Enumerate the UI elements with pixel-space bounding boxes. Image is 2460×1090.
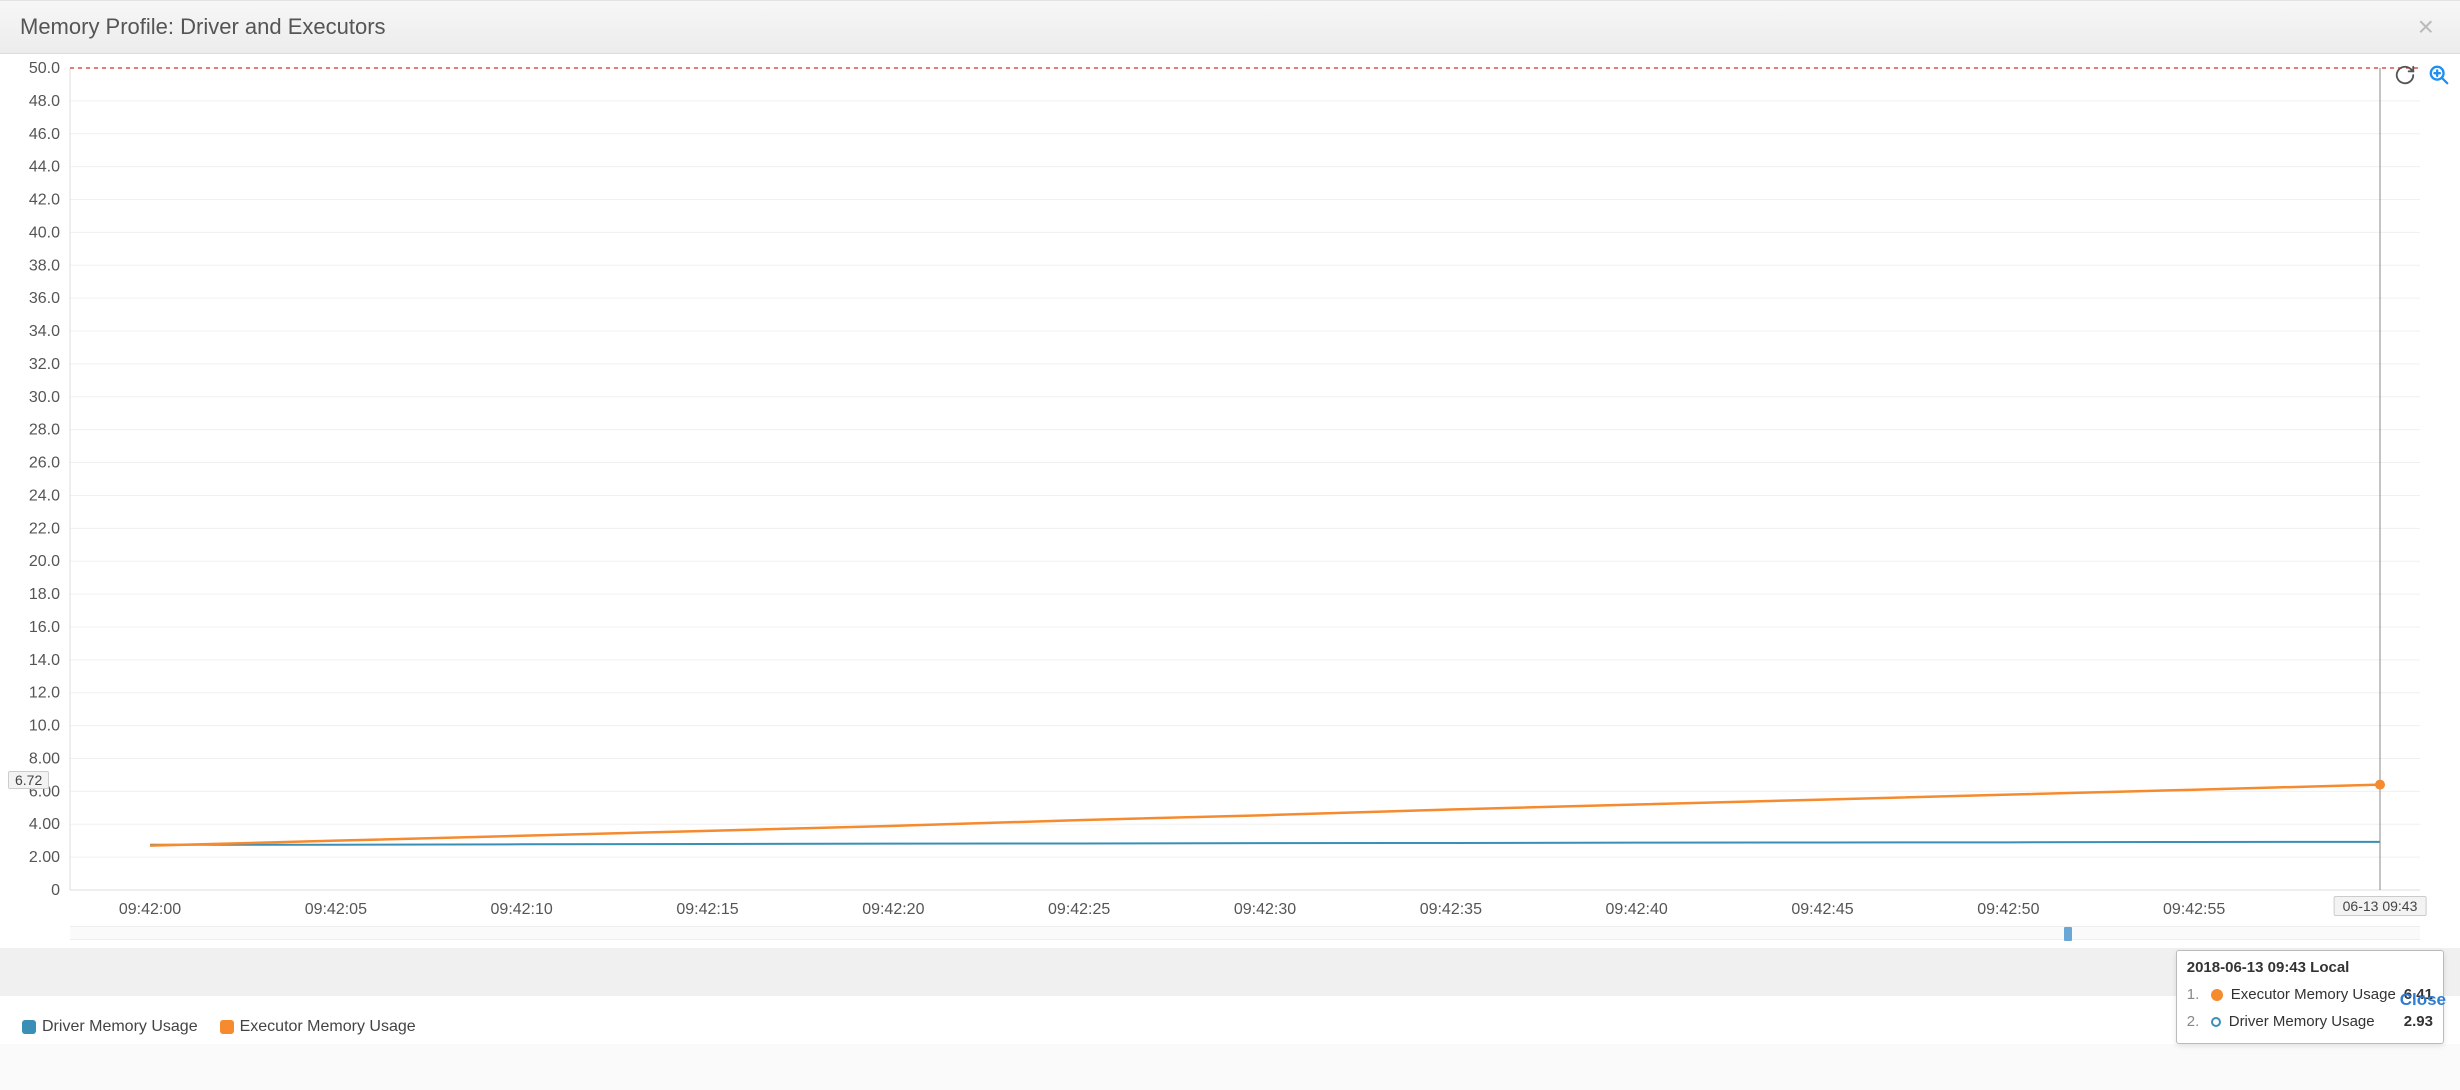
svg-text:09:42:05: 09:42:05 (305, 901, 367, 918)
svg-text:12.0: 12.0 (29, 685, 60, 702)
chart-toolbar (2394, 64, 2450, 86)
svg-text:44.0: 44.0 (29, 159, 60, 176)
svg-text:46.0: 46.0 (29, 126, 60, 143)
time-brush[interactable] (70, 926, 2420, 940)
svg-text:38.0: 38.0 (29, 257, 60, 274)
svg-text:09:42:25: 09:42:25 (1048, 901, 1110, 918)
svg-text:09:42:40: 09:42:40 (1606, 901, 1668, 918)
x-hover-flag: 06-13 09:43 (2334, 896, 2427, 916)
memory-profile-panel: Memory Profile: Driver and Executors × 0… (0, 0, 2460, 1044)
chart-svg[interactable]: 02.004.006.008.0010.012.014.016.018.020.… (0, 54, 2460, 1044)
svg-text:09:42:20: 09:42:20 (862, 901, 924, 918)
svg-text:09:42:35: 09:42:35 (1420, 901, 1482, 918)
bullet-open-icon (2211, 1017, 2221, 1027)
tooltip-row-executor: 1. Executor Memory Usage 6.41 (2187, 981, 2433, 1008)
svg-text:26.0: 26.0 (29, 455, 60, 472)
close-icon[interactable]: × (2412, 11, 2440, 43)
svg-text:24.0: 24.0 (29, 487, 60, 504)
legend-swatch-driver (22, 1020, 36, 1034)
svg-text:42.0: 42.0 (29, 192, 60, 209)
legend-item-driver[interactable]: Driver Memory Usage (22, 1018, 198, 1036)
svg-text:2.00: 2.00 (29, 849, 60, 866)
svg-text:22.0: 22.0 (29, 520, 60, 537)
close-link[interactable]: Close (2400, 990, 2446, 1010)
svg-text:32.0: 32.0 (29, 356, 60, 373)
legend-label: Driver Memory Usage (42, 1018, 198, 1036)
y-hover-flag: 6.72 (8, 771, 49, 789)
svg-text:4.00: 4.00 (29, 816, 60, 833)
tooltip-row-driver: 2. Driver Memory Usage 2.93 (2187, 1008, 2433, 1035)
refresh-icon[interactable] (2394, 64, 2416, 86)
svg-text:30.0: 30.0 (29, 389, 60, 406)
svg-text:36.0: 36.0 (29, 290, 60, 307)
chart-legend: Driver Memory Usage Executor Memory Usag… (22, 1018, 416, 1036)
svg-text:20.0: 20.0 (29, 553, 60, 570)
tooltip-timestamp: 2018-06-13 09:43 Local (2187, 959, 2433, 976)
svg-text:8.00: 8.00 (29, 750, 60, 767)
panel-header: Memory Profile: Driver and Executors × (0, 0, 2460, 54)
panel-title: Memory Profile: Driver and Executors (20, 14, 2412, 40)
zoom-in-icon[interactable] (2428, 64, 2450, 86)
svg-text:09:42:10: 09:42:10 (491, 901, 553, 918)
bullet-icon (2211, 989, 2223, 1001)
svg-text:16.0: 16.0 (29, 619, 60, 636)
legend-label: Executor Memory Usage (240, 1018, 416, 1036)
svg-text:0: 0 (51, 882, 60, 899)
svg-text:09:42:45: 09:42:45 (1791, 901, 1853, 918)
svg-text:28.0: 28.0 (29, 422, 60, 439)
footer-strip (0, 948, 2460, 996)
svg-text:34.0: 34.0 (29, 323, 60, 340)
svg-text:09:42:30: 09:42:30 (1234, 901, 1296, 918)
svg-text:40.0: 40.0 (29, 224, 60, 241)
chart-area: 02.004.006.008.0010.012.014.016.018.020.… (0, 54, 2460, 1044)
svg-text:09:42:50: 09:42:50 (1977, 901, 2039, 918)
legend-swatch-executor (220, 1020, 234, 1034)
brush-handle[interactable] (2064, 927, 2072, 941)
svg-text:09:42:15: 09:42:15 (676, 901, 738, 918)
svg-text:50.0: 50.0 (29, 60, 60, 77)
svg-text:09:42:00: 09:42:00 (119, 901, 181, 918)
svg-text:10.0: 10.0 (29, 718, 60, 735)
legend-item-executor[interactable]: Executor Memory Usage (220, 1018, 416, 1036)
svg-text:14.0: 14.0 (29, 652, 60, 669)
svg-text:18.0: 18.0 (29, 586, 60, 603)
svg-text:48.0: 48.0 (29, 93, 60, 110)
svg-text:09:42:55: 09:42:55 (2163, 901, 2225, 918)
